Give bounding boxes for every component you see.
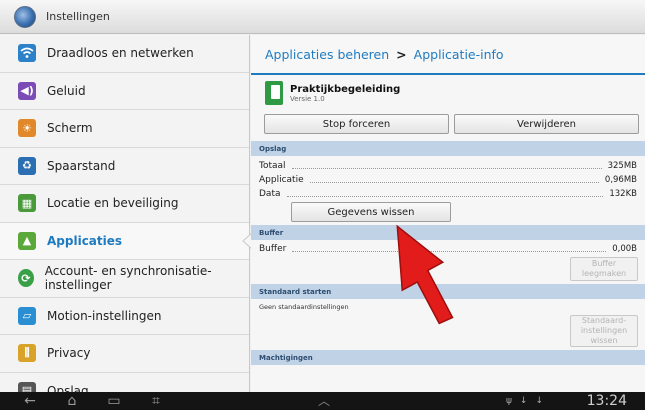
sidebar-item-label: Privacy [47,346,91,361]
sidebar-item-accounts-sync[interactable]: ⟳ Account- en synchronisatie-instellinge… [0,260,249,298]
screenshot-icon[interactable]: ⌗ [144,393,168,409]
permissions-section-header: Machtigingen [251,350,645,365]
sidebar-item-wireless[interactable]: Draadloos en netwerken [0,35,249,73]
speaker-icon: ◀) [18,81,36,100]
storage-row-data: Data 132KB [251,187,645,201]
dotted-leader [286,191,604,197]
motion-icon: ▱ [18,306,36,325]
sidebar-item-label: Spaarstand [47,158,116,173]
red-arrow-annotation [396,224,454,325]
sidebar-item-applications[interactable]: ▲ Applicaties [0,222,249,260]
system-nav-bar: ← ⌂ ▭ ⌗ ︿ ψ↓↓ 13:24 [0,392,645,410]
breadcrumb-app-info: Applicatie-info [413,46,504,62]
wifi-icon [18,44,36,63]
home-icon[interactable]: ⌂ [60,393,84,409]
app-logo-icon [265,81,283,105]
app-header: Praktijkbegeleiding Versie 1.0 [251,75,645,111]
grid-lock-icon: ▦ [18,194,36,213]
breadcrumb-manage-apps[interactable]: Applicaties beheren [265,47,389,62]
sync-icon: ⟳ [18,269,34,288]
buffer-key: Buffer [259,244,287,254]
sidebar-item-motion[interactable]: ▱ Motion-instellingen [0,298,249,335]
clear-cache-line1: Buffer [591,259,617,268]
storage-value: 0,96MB [604,175,637,185]
clear-cache-button[interactable]: Buffer leegmaken [570,257,638,281]
dotted-leader [291,163,602,169]
sidebar-item-label: Account- en synchronisatie-instellinger [44,264,212,293]
sidebar-item-location-security[interactable]: ▦ Locatie en beveiliging [0,185,249,223]
sidebar-item-label: Draadloos en netwerken [47,46,194,61]
sidebar-item-label: Applicaties [47,233,123,248]
clear-defaults-line2: instellingen [580,326,628,335]
chevron-up-icon[interactable]: ︿ [318,392,330,410]
sidebar-item-label: Geluid [47,83,86,98]
sidebar-item-label: Locatie en beveiliging [47,196,179,211]
clear-defaults-button[interactable]: Standaard- instellingen wissen [570,315,638,347]
recent-apps-icon[interactable]: ▭ [102,393,126,409]
storage-section-header: Opslag [251,141,645,156]
breadcrumb-separator: > [396,46,407,62]
sidebar-item-power-saving[interactable]: ♻ Spaarstand [0,148,249,185]
sidebar-item-label: Motion-instellingen [47,308,162,323]
breadcrumb: Applicaties beheren > Applicatie-info [251,35,645,75]
storage-icon: ▤ [18,381,36,392]
settings-app-icon [14,5,36,28]
storage-key: Data [259,189,281,199]
sidebar-item-privacy[interactable]: ⫼ Privacy [0,335,249,373]
app-name: Praktijkbegeleiding [290,83,401,95]
dotted-leader [309,177,599,183]
back-icon[interactable]: ← [18,393,42,409]
brightness-icon: ☀ [18,119,36,138]
storage-row-total: Totaal 325MB [251,159,645,173]
storage-row-application: Applicatie 0,96MB [251,173,645,187]
android-icon: ▲ [18,231,36,250]
force-stop-button[interactable]: Stop forceren [264,114,449,134]
app-version: Versie 1.0 [290,94,325,103]
uninstall-button[interactable]: Verwijderen [454,114,639,134]
storage-value: 325MB [607,161,637,171]
sidebar-item-label: Opslag [47,383,89,392]
fence-icon: ⫼ [18,344,36,363]
storage-key: Totaal [259,161,286,171]
window-title: Instellingen [46,10,110,23]
settings-sidebar: Draadloos en netwerken ◀) Geluid ☀ Scher… [0,35,250,392]
storage-key: Applicatie [259,175,304,185]
title-bar: Instellingen [0,0,645,34]
app-info-panel: Applicaties beheren > Applicatie-info Pr… [251,35,645,392]
buffer-value: 0,00B [612,244,637,254]
sidebar-item-sound[interactable]: ◀) Geluid [0,73,249,110]
sidebar-item-label: Scherm [47,121,93,136]
sidebar-item-storage[interactable]: ▤ Opslag [0,373,249,392]
clear-defaults-line1: Standaard- [581,316,627,325]
status-icons: ψ↓↓ [506,396,552,406]
clear-cache-line2: leegmaken [581,269,627,278]
storage-value: 132KB [609,189,637,199]
clock: 13:24 [586,393,627,409]
battery-icon: ♻ [18,156,36,175]
sidebar-item-display[interactable]: ☀ Scherm [0,110,249,148]
clear-defaults-line3: wissen [590,336,618,345]
